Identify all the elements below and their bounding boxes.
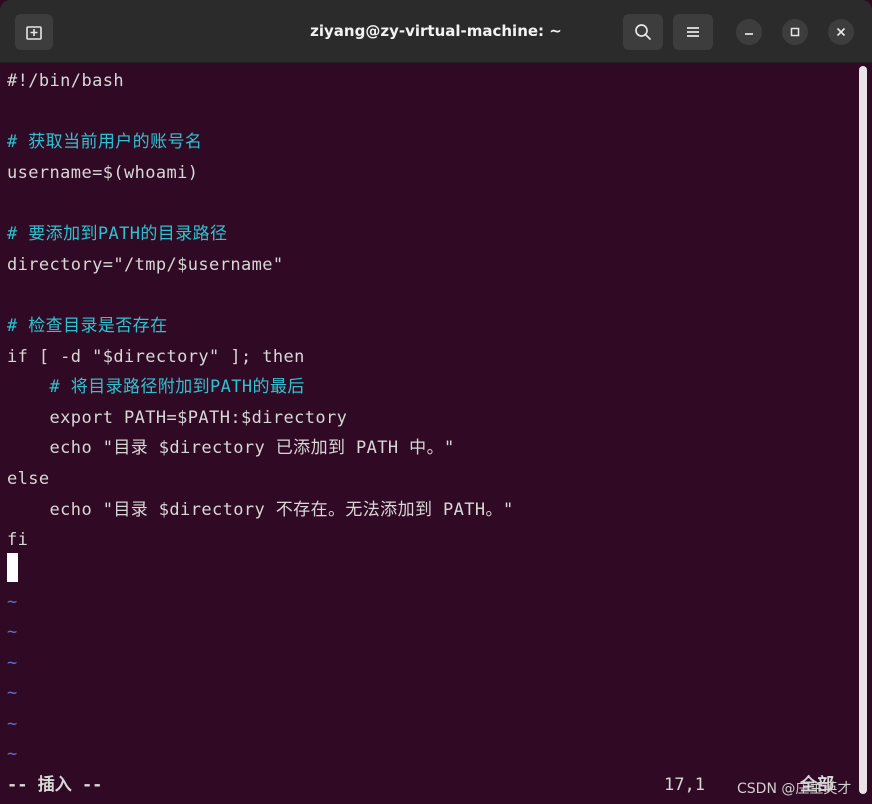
terminal-window: ziyang@zy-virtual-machine: ~ #!/bin/bash… [0,0,872,804]
empty-line-marker: ~ [7,653,18,673]
mode-indicator: -- 插入 -- [7,775,103,795]
code-line: #!/bin/bash [7,71,124,91]
empty-line-marker: ~ [7,744,18,764]
menu-button[interactable] [673,14,713,50]
minimize-icon [745,33,753,35]
watermark: CSDN @庄主英才 [737,781,852,797]
code-line: # 要添加到PATH的目录路径 [7,224,228,244]
title-bar[interactable]: ziyang@zy-virtual-machine: ~ [0,0,872,63]
code-line: if [ -d "$directory" ]; then [7,347,305,367]
maximize-icon [790,27,800,37]
vim-editor[interactable]: #!/bin/bash # 获取当前用户的账号名 username=$(whoa… [0,64,856,804]
empty-line-marker: ~ [7,683,18,703]
code-line: # 检查目录是否存在 [7,316,168,336]
code-line: export PATH=$PATH:$directory [7,408,348,428]
code-line: directory="/tmp/$username" [7,255,284,275]
code-line: username=$(whoami) [7,163,199,183]
search-button[interactable] [623,14,663,50]
code-line: echo "目录 $directory 不存在。无法添加到 PATH。" [7,500,514,520]
code-line: # 将目录路径附加到PATH的最后 [7,377,305,397]
maximize-button[interactable] [782,19,808,45]
close-button[interactable] [828,19,854,45]
minimize-button[interactable] [736,19,762,45]
cursor-position: 17,1 [664,775,705,795]
code-line: # 获取当前用户的账号名 [7,132,203,152]
empty-line-marker: ~ [7,592,18,612]
code-line: fi [7,530,29,550]
code-line: else [7,469,50,489]
close-icon [836,27,846,37]
empty-line-marker: ~ [7,714,18,734]
scrollbar[interactable] [859,66,867,794]
hamburger-menu-icon [687,27,699,37]
code-line: echo "目录 $directory 已添加到 PATH 中。" [7,438,455,458]
empty-line-marker: ~ [7,622,18,642]
search-icon [635,24,651,40]
text-cursor [7,553,18,582]
